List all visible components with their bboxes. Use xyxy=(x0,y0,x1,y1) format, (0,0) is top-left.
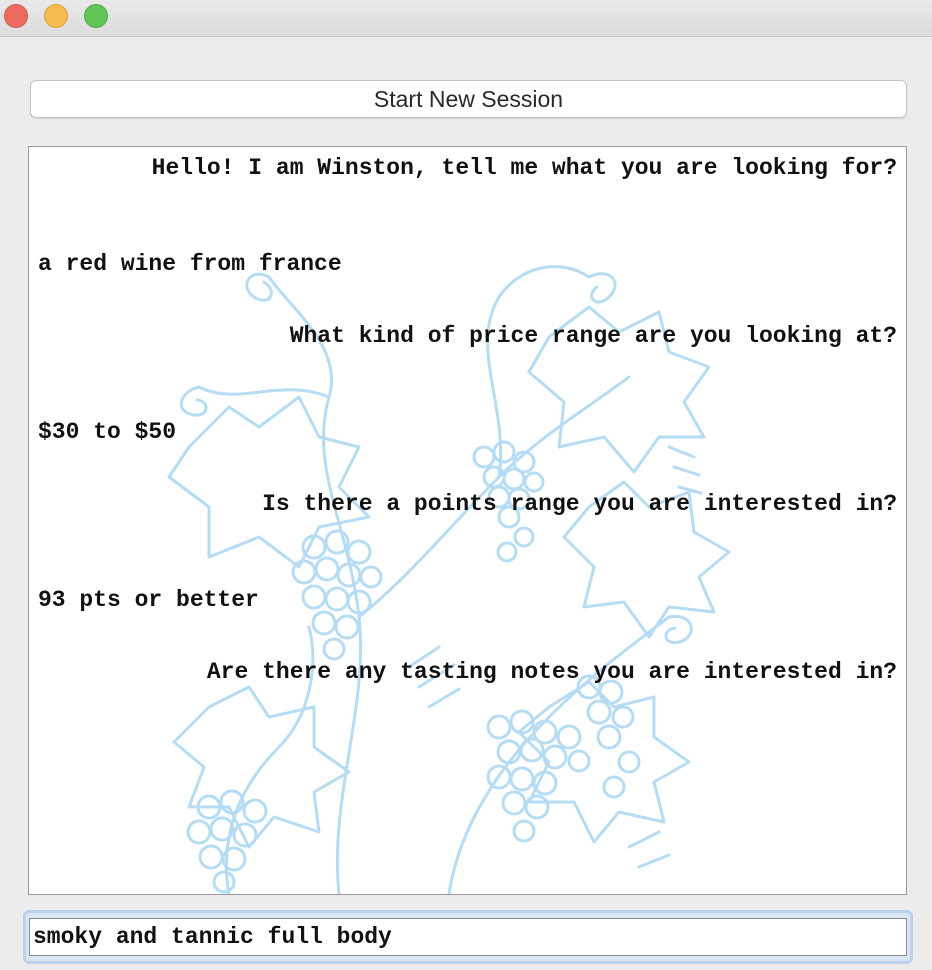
start-new-session-button[interactable]: Start New Session xyxy=(30,80,907,118)
user-message: a red wine from france xyxy=(38,251,342,277)
close-icon[interactable] xyxy=(4,4,28,28)
user-message: $30 to $50 xyxy=(38,419,177,445)
message-input[interactable] xyxy=(29,918,907,956)
zoom-icon[interactable] xyxy=(84,4,108,28)
user-message: 93 pts or better xyxy=(38,587,259,613)
message-input-focus-ring xyxy=(23,910,913,964)
bot-message: Hello! I am Winston, tell me what you ar… xyxy=(151,155,897,181)
title-bar xyxy=(0,0,932,37)
bot-message: Is there a points range you are interest… xyxy=(262,491,897,517)
bot-message: What kind of price range are you looking… xyxy=(289,323,897,349)
chat-transcript[interactable]: Hello! I am Winston, tell me what you ar… xyxy=(28,146,907,895)
bot-message: Are there any tasting notes you are inte… xyxy=(206,659,897,685)
minimize-icon[interactable] xyxy=(44,4,68,28)
